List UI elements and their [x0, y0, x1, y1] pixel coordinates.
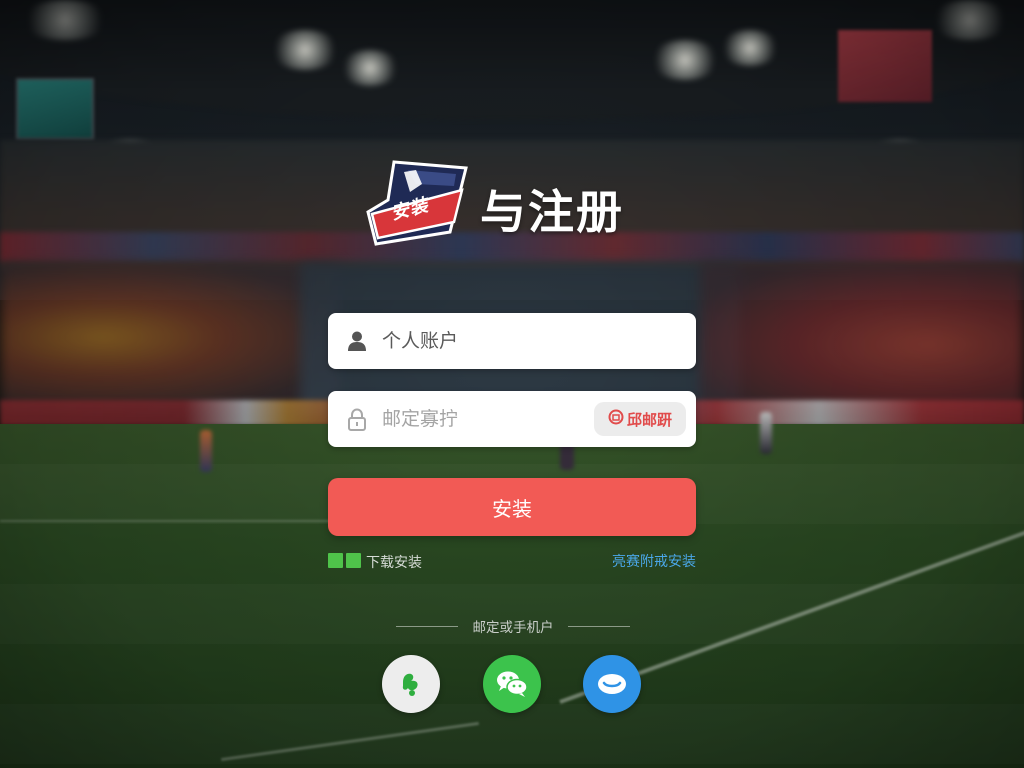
social-login-button-2[interactable]	[483, 655, 541, 713]
account-input[interactable]	[382, 313, 602, 369]
user-icon	[346, 330, 368, 352]
social-divider: 邮定或手机户	[396, 616, 630, 636]
password-field[interactable]: 邱邮趼	[328, 391, 696, 447]
get-code-label: 邱邮趼	[626, 410, 672, 429]
social-login-button-1[interactable]	[382, 655, 440, 713]
green-squares-icon	[328, 552, 364, 572]
password-input[interactable]	[382, 391, 602, 447]
social-login-button-3[interactable]	[583, 655, 641, 713]
wechat-icon	[497, 671, 528, 697]
green-leaf-icon	[402, 673, 418, 696]
account-field[interactable]	[328, 313, 696, 369]
get-code-button[interactable]: 邱邮趼	[594, 402, 686, 436]
download-label: 下载安装	[366, 555, 422, 571]
stadium-background	[0, 0, 1024, 768]
mail-circle-icon	[608, 409, 624, 429]
submit-button[interactable]: 安装	[328, 478, 696, 536]
lock-icon	[346, 408, 368, 431]
divider-label: 邮定或手机户	[472, 620, 554, 636]
login-screen: 安装 与注册 邱邮趼	[0, 0, 1024, 768]
page-title: 与注册	[480, 185, 624, 239]
download-link[interactable]: 下载安装	[328, 551, 422, 573]
divider-line	[396, 625, 458, 627]
register-link[interactable]: 亮赛附戒安装	[612, 551, 696, 573]
links-row: 下载安装 亮赛附戒安装	[328, 551, 696, 573]
chat-bubble-icon	[598, 674, 626, 694]
divider-line	[568, 625, 630, 627]
